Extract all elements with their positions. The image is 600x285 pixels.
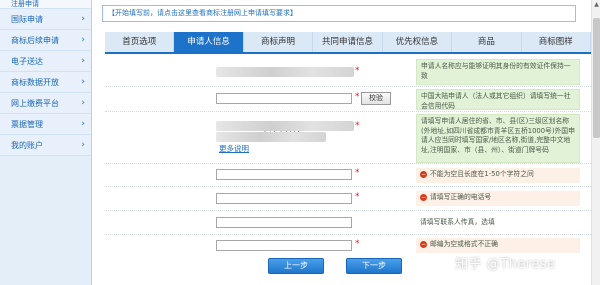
sidebar-item-label: 商标数据开放	[11, 78, 59, 87]
sidebar-item-label: 商标后续申请	[11, 36, 59, 45]
applicant-name-row: 申请人名称： * 申请人名称应与能够证明其身份的有效证件保持一致	[105, 56, 591, 87]
postcode-input[interactable]	[216, 240, 352, 251]
sidebar-item-international-application[interactable]: 国际申请 ›	[0, 9, 91, 30]
previous-step-button[interactable]: 上一步	[268, 258, 324, 274]
phone-error-tip: − 请填写正确的电话号	[416, 191, 580, 206]
postcode-error-tip: − 邮编为空或格式不正确	[416, 238, 580, 253]
tab-priority-info[interactable]: 优先权信息	[383, 32, 453, 52]
chevron-right-icon: ›	[81, 77, 85, 87]
contact-input[interactable]	[216, 169, 352, 180]
postcode-tip-text: 邮编为空或格式不正确	[430, 240, 498, 248]
sidebar-item-label: 我的账户	[11, 141, 43, 150]
fax-row: 传真（含地区号）： 请填写联系人传真，选填	[105, 211, 591, 235]
error-icon: −	[420, 170, 427, 178]
sidebar-item-label: 电子送达	[11, 57, 43, 66]
sidebar-item-trademark-followup[interactable]: 商标后续申请 ›	[0, 30, 91, 51]
tab-joint-application[interactable]: 共同申请信息	[313, 32, 383, 52]
error-icon: −	[420, 193, 427, 201]
required-mark: *	[355, 121, 360, 131]
credit-code-row: 统一社会信用代码： * 校验 中国大陆申请人（法人或其它组织）请填写统一社会信用…	[105, 87, 591, 112]
fill-requirements-notice-link[interactable]: 【开始填写前，请点击这里查看商标注册网上申请填写要求】	[102, 5, 576, 22]
required-mark: *	[355, 66, 360, 76]
sidebar-item-label: 注册申请	[11, 0, 39, 8]
sidebar-item-label: 网上缴费平台	[11, 99, 59, 108]
address-field-line2	[216, 132, 326, 142]
chevron-right-icon: ›	[81, 14, 85, 24]
sidebar-item-label: 票据管理	[11, 120, 43, 129]
sidebar-item-electronic-delivery[interactable]: 电子送达 ›	[0, 51, 91, 72]
sidebar-item-register-application[interactable]: 注册申请	[0, 0, 91, 9]
sidebar-item-open-data[interactable]: 商标数据开放 ›	[0, 72, 91, 93]
next-step-button[interactable]: 下一步	[346, 258, 402, 274]
address-field[interactable]	[216, 121, 354, 131]
tab-trademark-image[interactable]: 商标图样	[522, 32, 591, 52]
chevron-right-icon: ›	[81, 98, 85, 108]
application-tabs: 首页选项 申请人信息 商标声明 共同申请信息 优先权信息 商品 商标图样	[105, 32, 591, 54]
error-icon: −	[420, 240, 427, 248]
vertical-scrollbar[interactable]: ▲	[591, 0, 600, 285]
required-mark: *	[355, 192, 360, 202]
chevron-right-icon: ›	[81, 56, 85, 66]
sidebar-item-my-account[interactable]: 我的账户 ›	[0, 135, 91, 156]
credit-code-tip: 中国大陆申请人（法人或其它组织）请填写统一社会信用代码	[416, 89, 580, 110]
tab-goods[interactable]: 商品	[452, 32, 522, 52]
tab-applicant-info[interactable]: 申请人信息	[174, 32, 244, 52]
fax-tip: 请填写联系人传真，选填	[420, 218, 495, 226]
contact-error-tip: − 不能为空且长度在1-50个字符之间	[416, 168, 580, 183]
scroll-up-arrow-icon[interactable]: ▲	[593, 1, 600, 9]
phone-row: 联系电话： * −请填写正确的电话号	[105, 187, 591, 211]
required-mark: *	[355, 92, 360, 102]
more-info-link[interactable]: 更多说明	[219, 143, 249, 154]
zhihu-watermark: 知乎 @Therese	[455, 257, 556, 272]
contact-row: 联系人： * −不能为空且长度在1-50个字符之间	[105, 164, 591, 187]
applicant-name-tip: 申请人名称应与能够证明其身份的有效证件保持一致	[416, 59, 580, 85]
chevron-right-icon: ›	[81, 140, 85, 150]
verify-button[interactable]: 校验	[361, 92, 391, 105]
credit-code-input[interactable]	[216, 93, 352, 104]
phone-tip-text: 请填写正确的电话号	[430, 193, 492, 201]
contact-tip-text: 不能为空且长度在1-50个字符之间	[430, 170, 534, 178]
applicant-name-field[interactable]	[216, 67, 354, 77]
scrollbar-thumb[interactable]	[593, 18, 600, 138]
required-mark: *	[355, 168, 360, 178]
chevron-right-icon: ›	[81, 35, 85, 45]
required-mark: *	[355, 239, 360, 249]
phone-input[interactable]	[216, 193, 352, 204]
sidebar-nav: 注册申请 国际申请 › 商标后续申请 › 电子送达 › 商标数据开放 › 网上缴…	[0, 0, 92, 285]
address-tip: 请填写申请人居住的省、市、县(区)三级区划名称(外地址,如四川省成都市青羊区五桥…	[416, 114, 580, 163]
tab-home-options[interactable]: 首页选项	[105, 32, 175, 52]
address-row: 申请人地址： * 更多说明 请填写申请人居住的省、市、县(区)三级区划名称(外地…	[105, 112, 591, 164]
sidebar-item-label: 国际申请	[11, 15, 43, 24]
chevron-right-icon: ›	[81, 119, 85, 129]
fax-input[interactable]	[216, 217, 352, 228]
sidebar-item-online-payment[interactable]: 网上缴费平台 ›	[0, 93, 91, 114]
sidebar-item-invoice-management[interactable]: 票据管理 ›	[0, 114, 91, 135]
tab-trademark-declaration[interactable]: 商标声明	[244, 32, 314, 52]
